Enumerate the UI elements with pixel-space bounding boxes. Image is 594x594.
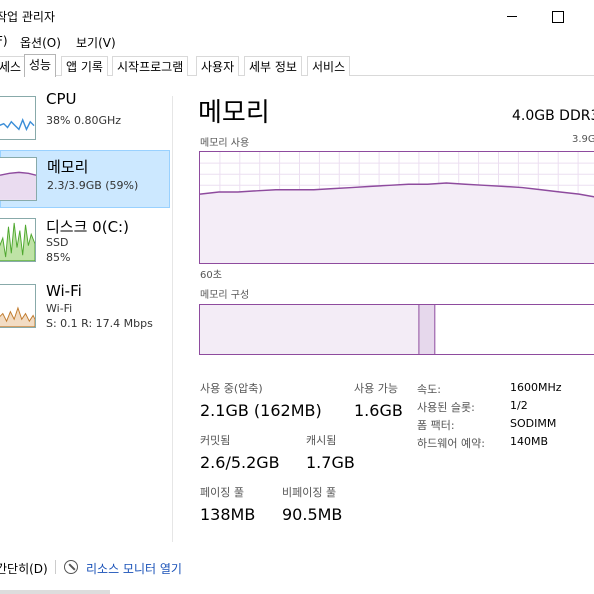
tab-details[interactable]: 세부 정보 [244,56,302,76]
footer-separator [55,560,56,574]
wifi-adapter-text: Wi-Fi [46,302,73,315]
wifi-thumbnail-graph [0,284,36,328]
minimize-button[interactable] [489,0,535,32]
committed-value: 2.6/5.2GB [200,453,280,472]
tab-services[interactable]: 서비스 [307,56,351,76]
menu-options[interactable]: 옵션(O) [20,34,61,51]
cached-value: 1.7GB [306,453,355,472]
sidebar-item-wifi[interactable]: Wi-Fi Wi-Fi S: 0.1 R: 17.4 Mbps [0,282,170,340]
paged-pool-value: 138MB [200,505,256,524]
available-label: 사용 가능 [354,382,398,395]
in-use-label: 사용 중(압축) [200,382,263,395]
cached-label: 캐시됨 [306,434,337,447]
tab-processes[interactable]: 세스 [0,56,27,76]
composition-label: 메모리 구성 [200,290,250,301]
in-use-value: 2.1GB (162MB) [200,401,322,420]
disk-thumbnail-graph [0,218,36,262]
memory-thumbnail-graph [0,157,37,201]
sidebar-item-disk[interactable]: 디스크 0(C:) SSD 85% [0,216,170,274]
memory-spec: 4.0GB DDR3 [512,108,594,124]
speed-label: 속도: [417,383,441,396]
title-bar: 작업 관리자 [0,0,594,32]
pane-divider [172,96,173,542]
memory-usage-text: 2.3/3.9GB (59%) [47,179,139,192]
menu-file[interactable]: F) [0,34,8,48]
tab-startup[interactable]: 시작프로그램 [112,56,189,76]
cpu-thumbnail-graph [0,96,36,140]
cpu-usage-text: 38% 0.80GHz [46,114,122,127]
nonpaged-pool-label: 비페이징 풀 [282,486,337,499]
resource-monitor-icon[interactable] [64,560,78,574]
window-title: 작업 관리자 [0,10,56,24]
composition-in-use [200,305,419,354]
hardware-reserved-label: 하드웨어 예약: [417,437,485,450]
resource-monitor-link[interactable]: 리소스 모니터 열기 [86,560,182,577]
usage-graph-label: 메모리 사용 [200,138,250,149]
slots-value: 1/2 [510,399,528,412]
memory-composition-bar [199,304,594,355]
hardware-reserved-value: 140MB [510,435,549,448]
disk-type-text: SSD [46,236,69,249]
sidebar-item-label: Wi-Fi [46,282,82,300]
tab-performance[interactable]: 성능 [24,54,57,77]
nonpaged-pool-value: 90.5MB [282,505,343,524]
paged-pool-label: 페이징 풀 [200,486,244,499]
tab-users[interactable]: 사용자 [196,56,240,76]
available-value: 1.6GB [354,401,403,420]
committed-label: 커밋됨 [200,434,231,447]
form-factor-value: SODIMM [510,417,557,430]
sidebar-item-label: CPU [46,90,77,108]
maximize-button[interactable] [535,0,581,32]
time-axis-label: 60초 [200,270,222,281]
sidebar-item-label: 메모리 [47,158,89,176]
memory-usage-graph [199,151,594,264]
usage-graph-max: 3.9GB [572,134,594,145]
sidebar-item-memory[interactable]: 메모리 2.3/3.9GB (59%) [0,150,170,208]
menu-bar: F) 옵션(O) 보기(V) [0,32,594,52]
sidebar-item-cpu[interactable]: CPU 38% 0.80GHz [0,90,170,148]
tab-app-history[interactable]: 앱 기록 [61,56,108,76]
page-title: 메모리 [198,98,270,128]
slots-label: 사용된 슬롯: [417,401,475,414]
wifi-throughput-text: S: 0.1 R: 17.4 Mbps [46,317,153,330]
composition-modified [418,305,435,354]
usage-area [200,183,594,263]
fewer-details-button[interactable]: 간단히(D) [0,560,48,577]
form-factor-label: 폼 팩터: [417,419,455,432]
menu-view[interactable]: 보기(V) [76,34,116,51]
speed-value: 1600MHz [510,381,562,394]
disk-usage-text: 85% [46,251,71,264]
taskbar-strip [0,590,110,594]
tab-bar: 세스 성능 앱 기록 시작프로그램 사용자 세부 정보 서비스 [0,54,594,77]
sidebar-item-label: 디스크 0(C:) [46,218,129,236]
